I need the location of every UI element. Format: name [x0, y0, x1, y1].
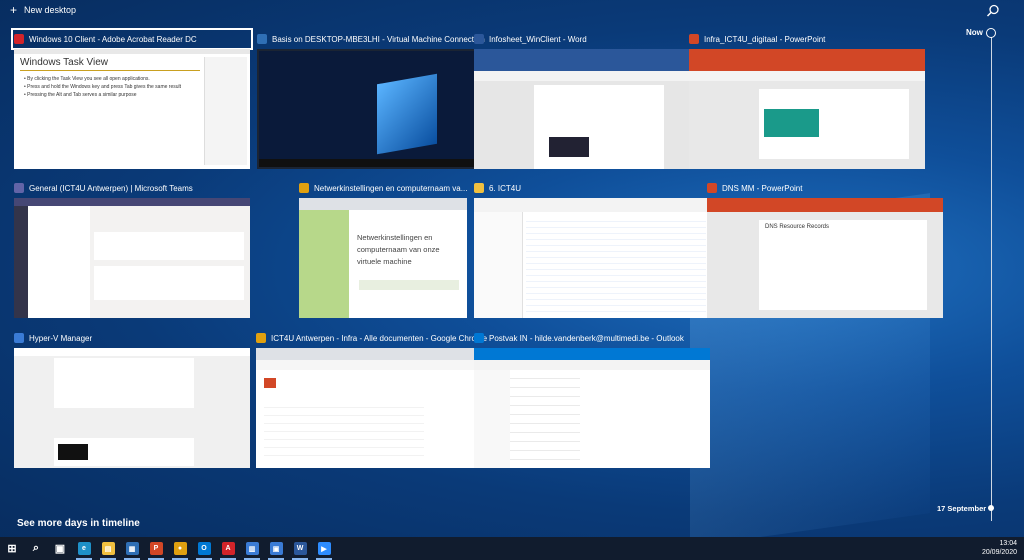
- chrome-icon: ●: [173, 542, 187, 555]
- window-thumbnail: [474, 348, 710, 468]
- folder-icon: [474, 183, 484, 193]
- taskbar-item[interactable]: e: [72, 537, 96, 560]
- window-title: Infosheet_WinClient - Word: [489, 34, 587, 44]
- zoom-icon: ▶: [317, 542, 331, 555]
- taskbar-item[interactable]: ▥: [240, 537, 264, 560]
- clock-date: 20/09/2020: [981, 549, 1017, 556]
- window-powerpoint-infra[interactable]: Infra_ICT4U_digitaal - PowerPoint: [689, 31, 925, 169]
- taskbar-item[interactable]: A: [216, 537, 240, 560]
- timeline-now-marker[interactable]: [986, 28, 996, 38]
- window-thumbnail: [256, 348, 492, 468]
- window-vm-connection[interactable]: Basis on DESKTOP-MBE3LHI - Virtual Machi…: [257, 31, 493, 169]
- slide-heading: Netwerkinstellingen en computernaam van …: [357, 233, 440, 266]
- acrobat-icon: A: [221, 542, 235, 555]
- plus-icon: +: [10, 3, 18, 17]
- outlook-icon: [474, 333, 484, 343]
- word-icon: W: [293, 542, 307, 555]
- window-title: Windows 10 Client - Adobe Acrobat Reader…: [29, 34, 197, 44]
- window-hyperv-manager[interactable]: Hyper-V Manager: [14, 330, 250, 468]
- powerpoint-icon: P: [149, 542, 163, 555]
- new-desktop-label: New desktop: [24, 5, 77, 15]
- hyperv-icon: [14, 333, 24, 343]
- powerpoint-icon: [689, 34, 699, 44]
- chrome-icon: [299, 183, 309, 193]
- edge-icon: e: [77, 542, 91, 555]
- window-title: Hyper-V Manager: [29, 333, 93, 343]
- task-view-icon: ▣: [54, 543, 66, 555]
- window-thumbnail: [689, 49, 925, 169]
- window-thumbnail: [14, 348, 250, 468]
- window-title: General (ICT4U Antwerpen) | Microsoft Te…: [29, 183, 193, 193]
- taskbar: ⊞ ⌕ ▣ e ▤ ▦ P ● O A ▥ ▣ W ▶ 13:04 20/09/2020: [0, 537, 1024, 560]
- file-explorer-icon: ▤: [101, 542, 115, 555]
- pdf-bullet: Press and hold the Windows key and press…: [24, 83, 181, 91]
- window-title: Infra_ICT4U_digitaal - PowerPoint: [704, 34, 826, 44]
- taskbar-icons: ⊞ ⌕ ▣ e ▤ ▦ P ● O A ▥ ▣ W ▶: [0, 537, 336, 560]
- window-title: ICT4U Antwerpen - Infra - Alle documente…: [271, 333, 488, 343]
- taskbar-item[interactable]: ▶: [312, 537, 336, 560]
- pdf-bullet-list: By clicking the Task View you see all op…: [24, 75, 181, 99]
- window-powerpoint-dns[interactable]: DNS MM - PowerPoint DNS Resource Records: [707, 180, 943, 318]
- window-outlook[interactable]: Postvak IN - hilde.vandenberk@multimedi.…: [474, 330, 710, 468]
- window-title: Postvak IN - hilde.vandenberk@multimedi.…: [489, 333, 684, 343]
- acrobat-icon: [14, 34, 24, 44]
- windows-logo-wallpaper: [377, 73, 437, 155]
- timeline-date-label: 17 September: [937, 504, 987, 513]
- new-desktop-button[interactable]: + New desktop: [10, 3, 76, 17]
- taskbar-item[interactable]: ▣: [264, 537, 288, 560]
- clock-time: 13:04: [999, 540, 1017, 547]
- chrome-icon: [256, 333, 266, 343]
- window-acrobat-reader[interactable]: Windows 10 Client - Adobe Acrobat Reader…: [11, 28, 253, 169]
- taskbar-item[interactable]: P: [144, 537, 168, 560]
- window-title: 6. ICT4U: [489, 183, 522, 193]
- vm-connection-icon: [257, 34, 267, 44]
- taskbar-item[interactable]: ▦: [120, 537, 144, 560]
- window-title: Netwerkinstellingen en computernaam va..…: [314, 183, 468, 193]
- timeline-track[interactable]: [991, 33, 992, 521]
- start-icon: ⊞: [7, 543, 17, 555]
- window-thumbnail: Netwerkinstellingen en computernaam van …: [299, 198, 467, 318]
- window-file-explorer[interactable]: 6. ICT4U: [474, 180, 710, 318]
- pdf-heading: Windows Task View: [20, 57, 108, 68]
- store-icon: ▦: [125, 542, 139, 555]
- window-thumbnail: Windows Task View By clicking the Task V…: [14, 49, 250, 169]
- timeline-now-label: Now: [966, 28, 983, 37]
- taskbar-item[interactable]: ⌕: [24, 537, 48, 560]
- window-thumbnail: [257, 49, 493, 169]
- outlook-icon: O: [197, 542, 211, 555]
- window-thumbnail: DNS Resource Records: [707, 198, 943, 318]
- teams-icon: [14, 183, 24, 193]
- see-more-days-link[interactable]: See more days in timeline: [17, 518, 140, 529]
- window-word-infosheet[interactable]: Infosheet_WinClient - Word: [474, 31, 710, 169]
- window-chrome-ict4u-infra[interactable]: ICT4U Antwerpen - Infra - Alle documente…: [256, 330, 492, 468]
- taskbar-item[interactable]: W: [288, 537, 312, 560]
- system-clock[interactable]: 13:04 20/09/2020: [982, 539, 1017, 557]
- window-teams[interactable]: General (ICT4U Antwerpen) | Microsoft Te…: [14, 180, 250, 318]
- folder-network-icon: ▥: [245, 542, 259, 555]
- search-icon[interactable]: [986, 4, 1000, 18]
- window-thumbnail: [474, 49, 710, 169]
- window-thumbnail: [14, 198, 250, 318]
- taskbar-item[interactable]: ▣: [48, 537, 72, 560]
- taskbar-item[interactable]: ▤: [96, 537, 120, 560]
- pdf-bullet: Pressing the Alt and Tab serves a simila…: [24, 91, 181, 99]
- word-icon: [474, 34, 484, 44]
- taskbar-item[interactable]: ⊞: [0, 537, 24, 560]
- vm-connect-icon: ▣: [269, 542, 283, 555]
- window-title: Basis on DESKTOP-MBE3LHI - Virtual Machi…: [272, 34, 485, 44]
- taskbar-item[interactable]: ●: [168, 537, 192, 560]
- window-title: DNS MM - PowerPoint: [722, 183, 803, 193]
- pdf-bullet: By clicking the Task View you see all op…: [24, 75, 181, 83]
- powerpoint-icon: [707, 183, 717, 193]
- slide-title: DNS Resource Records: [765, 224, 830, 230]
- window-thumbnail: [474, 198, 710, 318]
- taskbar-item[interactable]: O: [192, 537, 216, 560]
- search-icon: ⌕: [32, 542, 40, 554]
- timeline-date-marker[interactable]: [988, 505, 994, 511]
